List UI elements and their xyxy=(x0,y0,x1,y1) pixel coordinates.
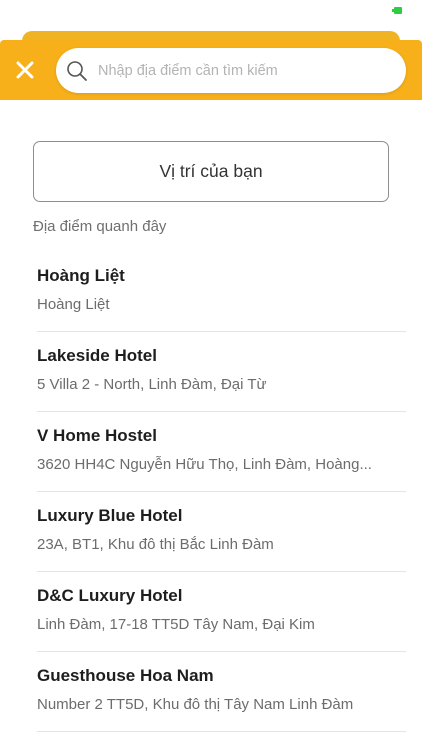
nearby-section-title: Địa điểm quanh đây xyxy=(33,218,167,235)
list-item[interactable]: Luxury Blue Hotel 23A, BT1, Khu đô thị B… xyxy=(37,492,406,572)
status-bar xyxy=(0,0,422,22)
place-address: Hoàng Liệt xyxy=(37,296,110,313)
place-name: V Home Hostel xyxy=(37,426,157,445)
place-name: D&C Luxury Hotel xyxy=(37,586,183,605)
place-name: Lakeside Hotel xyxy=(37,346,157,365)
battery-icon xyxy=(392,7,402,14)
place-name: Guesthouse Hoa Nam xyxy=(37,666,214,685)
place-name: Hoàng Liệt xyxy=(37,266,125,285)
list-item[interactable]: D&C Luxury Hotel Linh Đàm, 17-18 TT5D Tâ… xyxy=(37,572,406,652)
search-icon xyxy=(66,60,88,82)
list-item[interactable]: Lakeside Hotel 5 Villa 2 - North, Linh Đ… xyxy=(37,332,406,412)
search-input[interactable] xyxy=(98,62,378,79)
close-icon xyxy=(16,61,34,79)
place-address: 23A, BT1, Khu đô thị Bắc Linh Đàm xyxy=(37,536,274,553)
list-item[interactable]: V Home Hostel 3620 HH4C Nguyễn Hữu Thọ, … xyxy=(37,412,406,492)
place-list: Hoàng Liệt Hoàng Liệt Lakeside Hotel 5 V… xyxy=(37,252,406,732)
list-item[interactable]: Guesthouse Hoa Nam Number 2 TT5D, Khu đô… xyxy=(37,652,406,732)
your-location-button[interactable]: Vị trí của bạn xyxy=(33,141,389,202)
place-address: Linh Đàm, 17-18 TT5D Tây Nam, Đại Kim xyxy=(37,616,315,633)
place-address: 3620 HH4C Nguyễn Hữu Thọ, Linh Đàm, Hoàn… xyxy=(37,456,372,473)
close-button[interactable] xyxy=(10,55,40,85)
list-item[interactable]: Hoàng Liệt Hoàng Liệt xyxy=(37,252,406,332)
place-address: Number 2 TT5D, Khu đô thị Tây Nam Linh Đ… xyxy=(37,696,354,713)
place-address: 5 Villa 2 - North, Linh Đàm, Đại Từ xyxy=(37,376,267,393)
search-box[interactable] xyxy=(56,48,406,93)
place-name: Luxury Blue Hotel xyxy=(37,506,183,525)
